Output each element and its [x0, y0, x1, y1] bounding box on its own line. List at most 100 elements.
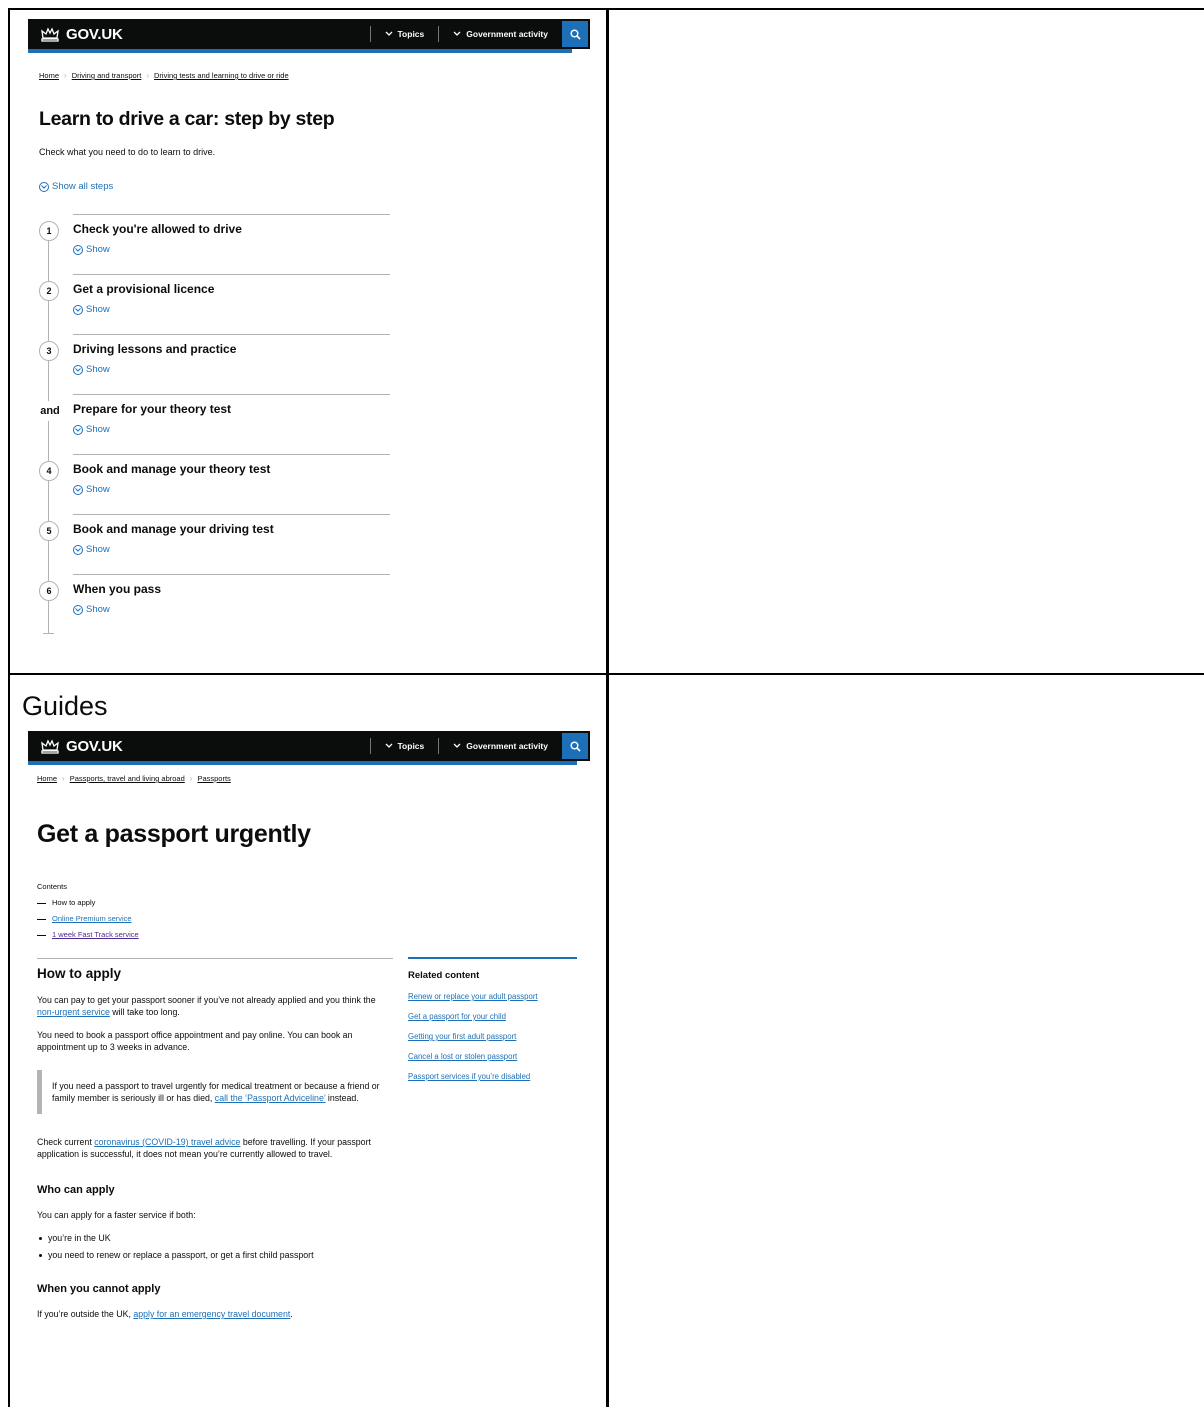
- step-title[interactable]: Check you're allowed to drive: [73, 222, 242, 236]
- header-blue-bar: [28, 49, 572, 53]
- breadcrumb-driving-transport[interactable]: Driving and transport: [72, 71, 142, 80]
- link-non-urgent-service[interactable]: non-urgent service: [37, 1007, 110, 1017]
- nav-topics[interactable]: Topics: [369, 738, 439, 754]
- chevron-circle-icon: [73, 364, 83, 375]
- step-item: 5 Book and manage your driving test Show: [10, 514, 400, 574]
- chevron-circle-icon: [73, 604, 83, 615]
- step-divider: [73, 394, 390, 395]
- search-icon: [570, 741, 581, 752]
- paragraph: If you’re outside the UK, apply for an e…: [37, 1309, 293, 1319]
- breadcrumb-driving-tests[interactable]: Driving tests and learning to drive or r…: [154, 71, 289, 80]
- step-show-button[interactable]: Show: [73, 604, 110, 615]
- chevron-circle-icon: [73, 304, 83, 315]
- logo-text: GOV.UK: [66, 737, 123, 755]
- related-link[interactable]: Passport services if you’re disabled: [408, 1072, 577, 1081]
- inset-text: If you need a passport to travel urgentl…: [37, 1070, 393, 1114]
- show-all-steps-button[interactable]: Show all steps: [39, 181, 113, 192]
- nav-government-activity[interactable]: Government activity: [438, 738, 562, 754]
- crown-icon: [41, 739, 59, 754]
- heading-when-cannot-apply: When you cannot apply: [37, 1283, 161, 1295]
- page-title: Learn to drive a car: step by step: [39, 108, 335, 130]
- nav-government-activity[interactable]: Government activity: [438, 26, 562, 42]
- paragraph: You need to book a passport office appoi…: [37, 1030, 353, 1052]
- nav-topics[interactable]: Topics: [369, 26, 439, 42]
- step-divider: [73, 214, 390, 215]
- step-divider: [73, 574, 390, 575]
- link-emergency-travel-document[interactable]: apply for an emergency travel document: [133, 1309, 290, 1319]
- step-number: 3: [39, 341, 59, 361]
- contents-item[interactable]: Online Premium service: [37, 911, 139, 927]
- step-number: and: [36, 401, 64, 421]
- breadcrumb-home[interactable]: Home: [39, 71, 59, 80]
- related-heading: Related content: [408, 970, 480, 981]
- govuk-header: GOV.UK Topics Government activity: [28, 19, 590, 49]
- govuk-header: GOV.UK Topics Government activity: [28, 731, 590, 761]
- step-divider: [73, 454, 390, 455]
- paragraph: You can pay to get your passport sooner …: [37, 995, 376, 1017]
- related-link[interactable]: Renew or replace your adult passport: [408, 992, 577, 1001]
- step-item: 3 Driving lessons and practice Show: [10, 334, 400, 394]
- search-button[interactable]: [562, 21, 588, 47]
- step-number: 1: [39, 221, 59, 241]
- grid-divider-vertical: [606, 8, 609, 1407]
- header-blue-bar: [28, 761, 577, 765]
- section-label-guides: Guides: [22, 691, 108, 721]
- panel-guide: GOV.UK Topics Government activity Home ›: [10, 723, 606, 1407]
- contents-heading: Contents: [37, 882, 68, 891]
- contents-item[interactable]: 1 week Fast Track service: [37, 927, 139, 943]
- related-link[interactable]: Cancel a lost or stolen passport: [408, 1052, 577, 1061]
- step-show-button[interactable]: Show: [73, 244, 110, 255]
- header-nav: Topics Government activity: [369, 731, 591, 761]
- chevron-circle-icon: [73, 244, 83, 255]
- chevron-down-icon: [453, 31, 461, 36]
- step-show-button[interactable]: Show: [73, 544, 110, 555]
- govuk-logo[interactable]: GOV.UK: [28, 738, 123, 755]
- breadcrumb-passports[interactable]: Passports: [197, 774, 230, 783]
- step-show-button[interactable]: Show: [73, 484, 110, 495]
- step-item: 4 Book and manage your theory test Show: [10, 454, 400, 514]
- list-item: you’re in the UK: [37, 1232, 393, 1244]
- grid-divider-horizontal: [8, 673, 1204, 675]
- breadcrumb: Home › Driving and transport › Driving t…: [39, 71, 289, 80]
- step-show-button[interactable]: Show: [73, 364, 110, 375]
- chevron-circle-icon: [73, 544, 83, 555]
- bullet-list: you’re in the UK you need to renew or re…: [37, 1232, 393, 1261]
- related-content: Related content Renew or replace your ad…: [408, 957, 577, 1092]
- chevron-down-icon: [385, 31, 392, 36]
- step-title[interactable]: Book and manage your theory test: [73, 462, 270, 476]
- main-content: How to apply You can pay to get your pas…: [37, 967, 393, 1331]
- link-covid-travel-advice[interactable]: coronavirus (COVID-19) travel advice: [94, 1137, 240, 1147]
- crown-icon: [41, 27, 59, 42]
- chevron-down-icon: [385, 743, 392, 748]
- govuk-logo[interactable]: GOV.UK: [28, 26, 123, 43]
- chevron-circle-icon: [39, 181, 49, 192]
- search-icon: [570, 29, 581, 40]
- step-title[interactable]: Driving lessons and practice: [73, 342, 236, 356]
- step-show-button[interactable]: Show: [73, 424, 110, 435]
- contents-list: Contents How to apply Online Premium ser…: [37, 879, 139, 943]
- panel-step-by-step: GOV.UK Topics Government activity Home ›: [10, 10, 606, 673]
- step-title[interactable]: Get a provisional licence: [73, 282, 214, 296]
- header-nav: Topics Government activity: [369, 19, 591, 49]
- breadcrumb: Home › Passports, travel and living abro…: [37, 774, 231, 783]
- chevron-right-icon: ›: [189, 774, 193, 783]
- chevron-circle-icon: [73, 484, 83, 495]
- chevron-right-icon: ›: [62, 774, 65, 783]
- breadcrumb-home[interactable]: Home: [37, 774, 57, 783]
- step-item: and Prepare for your theory test Show: [10, 394, 400, 454]
- chevron-circle-icon: [73, 424, 83, 435]
- search-button[interactable]: [562, 733, 588, 759]
- related-link[interactable]: Get a passport for your child: [408, 1012, 577, 1021]
- step-item: 2 Get a provisional licence Show: [10, 274, 400, 334]
- step-title[interactable]: Prepare for your theory test: [73, 402, 231, 416]
- contents-item: How to apply: [37, 895, 139, 911]
- breadcrumb-passports-travel[interactable]: Passports, travel and living abroad: [70, 774, 185, 783]
- step-show-button[interactable]: Show: [73, 304, 110, 315]
- step-title[interactable]: When you pass: [73, 582, 161, 596]
- step-title[interactable]: Book and manage your driving test: [73, 522, 274, 536]
- page-lead: Check what you need to do to learn to dr…: [39, 147, 216, 157]
- related-link[interactable]: Getting your first adult passport: [408, 1032, 577, 1041]
- link-passport-adviceline[interactable]: call the ‘Passport Adviceline’: [215, 1093, 326, 1103]
- step-item: 6 When you pass Show: [10, 574, 400, 634]
- step-divider: [73, 514, 390, 515]
